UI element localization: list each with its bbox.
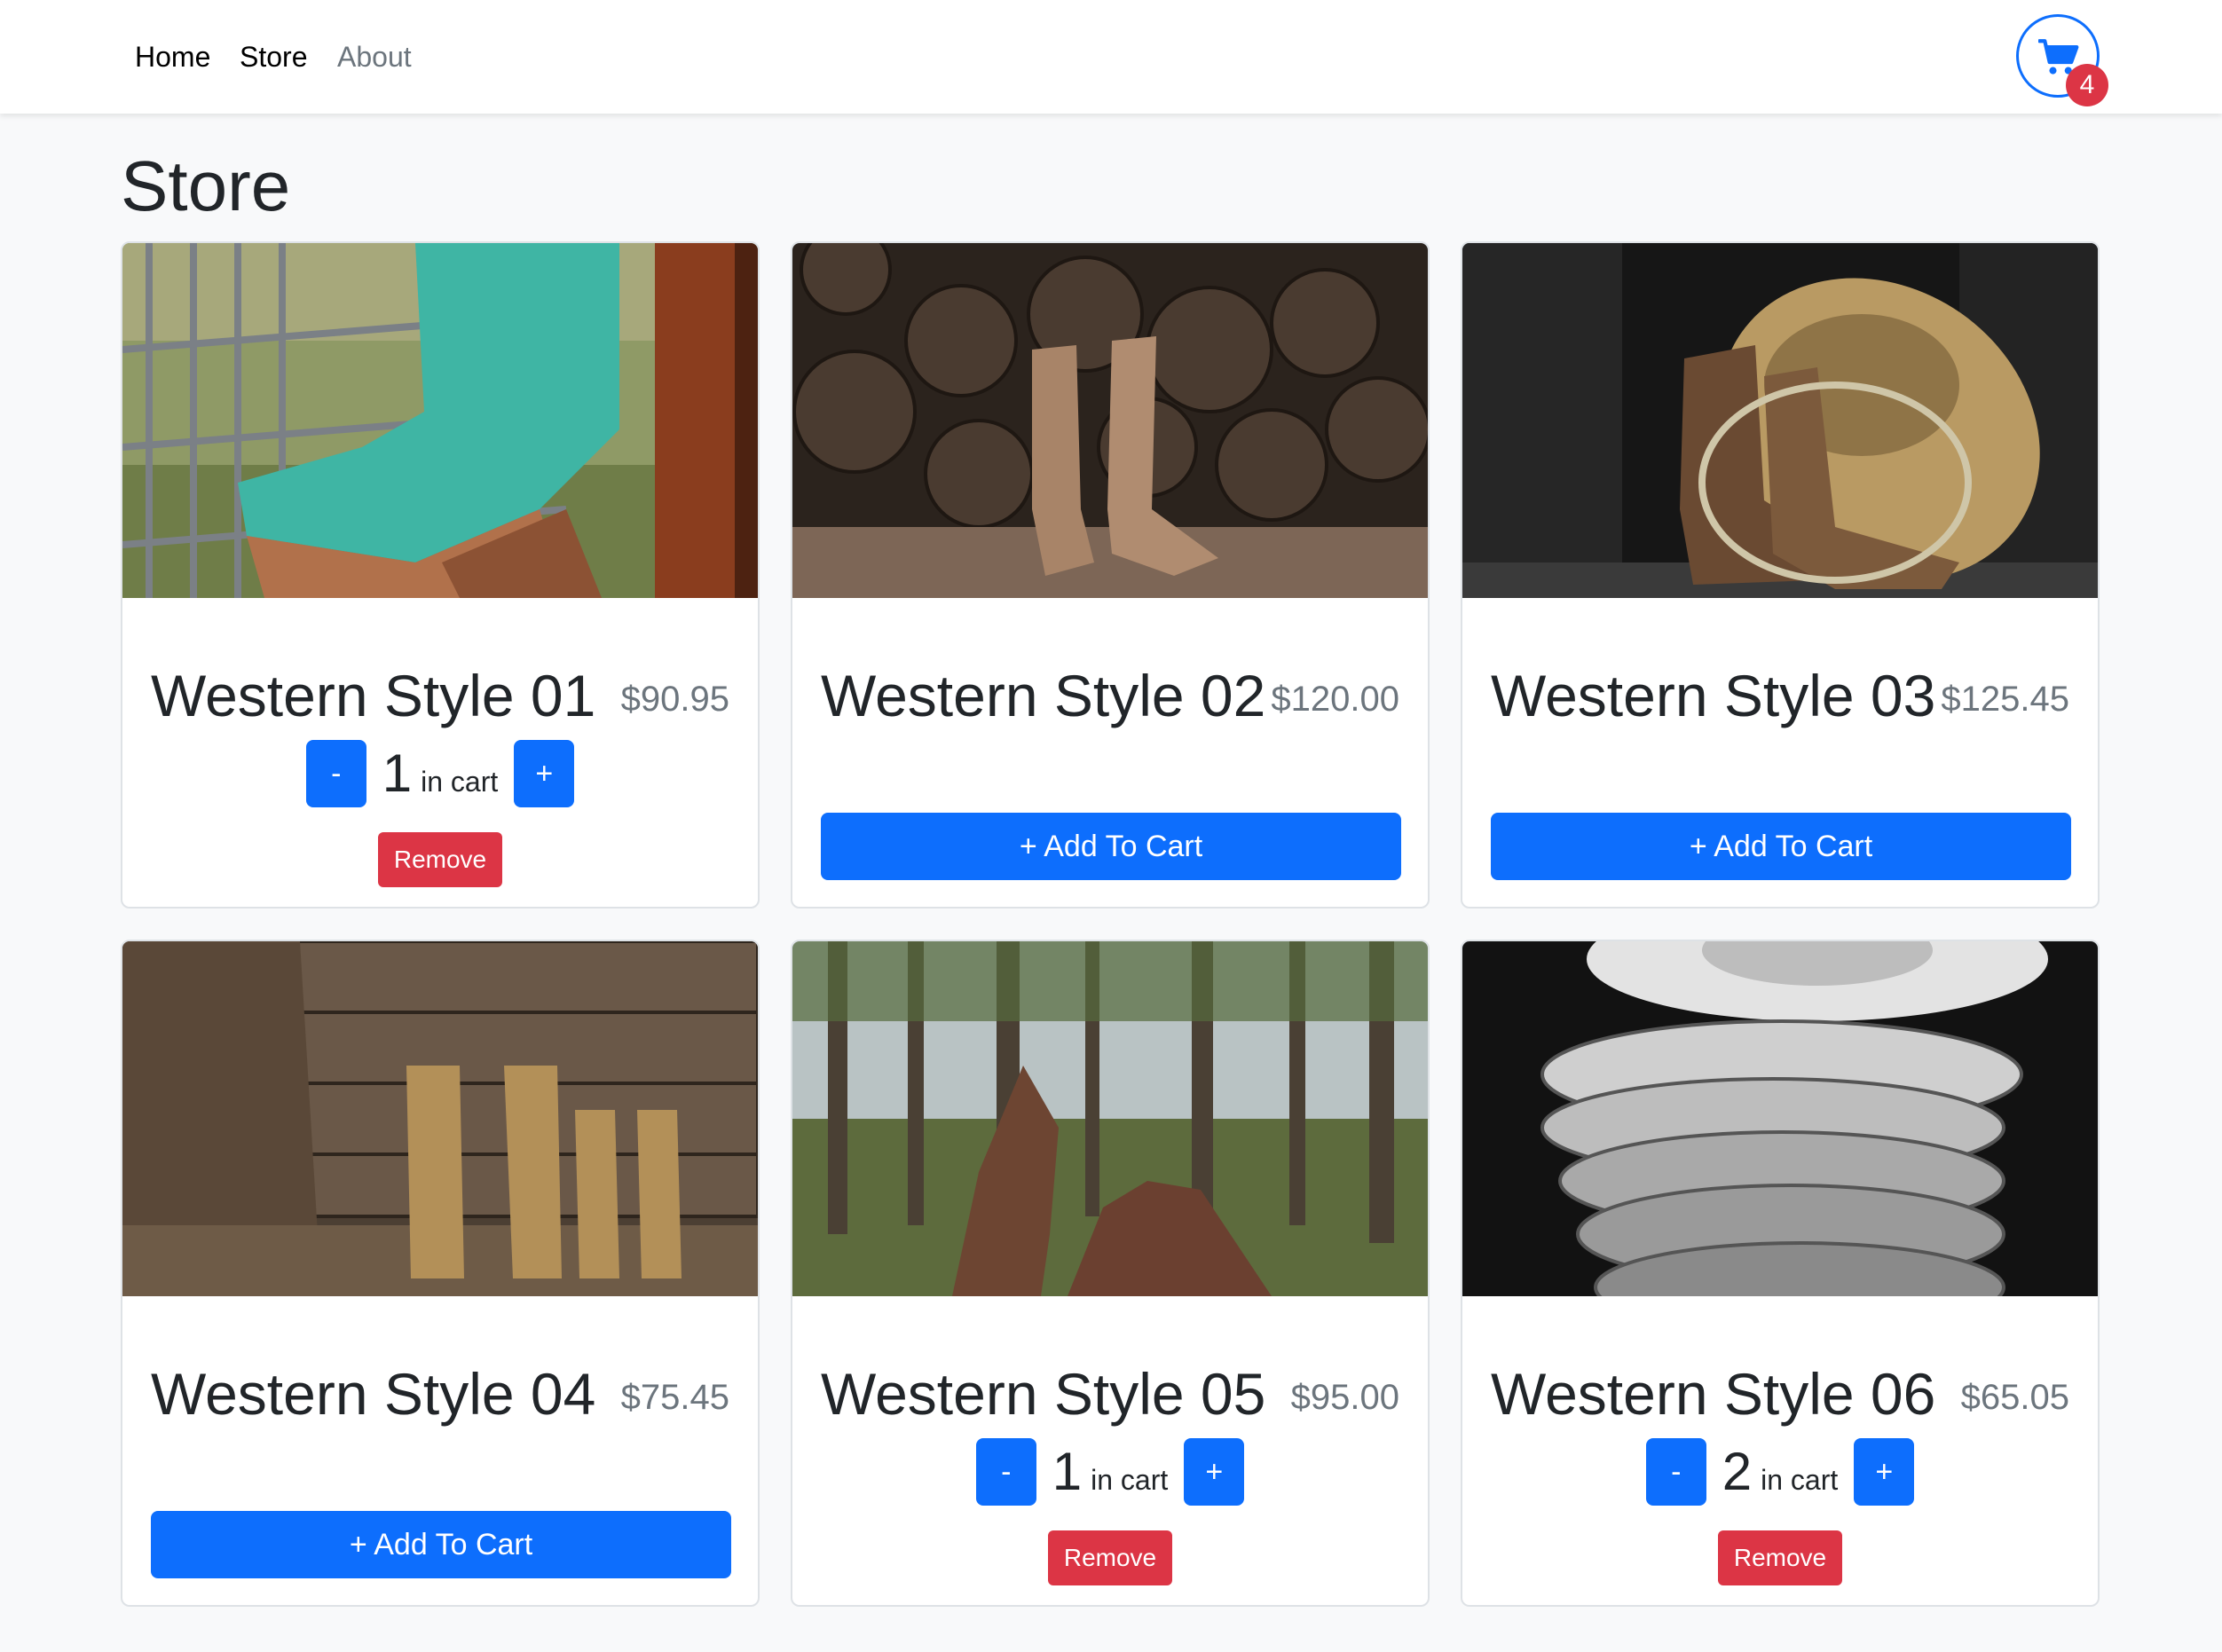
product-price: $65.05 <box>1960 1378 2069 1417</box>
product-name: Western Style 03 <box>1491 663 1936 728</box>
top-navbar: Home Store About <box>0 0 2222 114</box>
add-to-cart-button[interactable]: + Add To Cart <box>1491 813 2071 880</box>
product-price: $90.95 <box>620 680 729 719</box>
product-name: Western Style 05 <box>821 1361 1266 1427</box>
add-to-cart-button[interactable]: + Add To Cart <box>151 1511 731 1578</box>
product-card: Western Style 06 $65.05 - 2 in cart + Re… <box>1461 940 2100 1607</box>
product-card: Western Style 02 $120.00 + Add To Cart <box>791 241 1430 909</box>
decrement-button[interactable]: - <box>1645 1438 1706 1506</box>
product-price: $95.00 <box>1290 1378 1399 1417</box>
quantity-value: 2 <box>1722 1442 1753 1501</box>
nav-store-link[interactable]: Store <box>240 37 307 76</box>
product-card: Western Style 04 $75.45 + Add To Cart <box>121 940 760 1607</box>
quantity-display: 1 in cart <box>1051 1441 1170 1503</box>
quantity-stepper: - 1 in cart + <box>122 740 758 807</box>
remove-button[interactable]: Remove <box>1048 1530 1172 1585</box>
cart-count-badge: 4 <box>2066 64 2108 106</box>
product-card: Western Style 05 $95.00 - 1 in cart + Re… <box>791 940 1430 1607</box>
decrement-button[interactable]: - <box>975 1438 1036 1506</box>
product-name: Western Style 06 <box>1491 1361 1936 1427</box>
product-price: $75.45 <box>620 1378 729 1417</box>
product-price: $125.45 <box>1941 680 2069 719</box>
increment-button[interactable]: + <box>1184 1438 1245 1506</box>
quantity-display: 1 in cart <box>381 743 500 805</box>
quantity-display: 2 in cart <box>1721 1441 1840 1503</box>
add-to-cart-button[interactable]: + Add To Cart <box>821 813 1401 880</box>
nav-about-link[interactable]: About <box>337 37 412 76</box>
nav-home-link[interactable]: Home <box>135 37 210 76</box>
quantity-stepper: - 1 in cart + <box>792 1438 1428 1506</box>
quantity-value: 1 <box>1052 1442 1083 1501</box>
decrement-button[interactable]: - <box>305 740 366 807</box>
quantity-label: in cart <box>1761 1464 1839 1496</box>
product-name: Western Style 02 <box>821 663 1266 728</box>
remove-button[interactable]: Remove <box>1718 1530 1842 1585</box>
product-image-stacked-hats <box>1462 941 2098 1296</box>
increment-button[interactable]: + <box>1854 1438 1915 1506</box>
product-image-boots-by-logs <box>792 243 1428 598</box>
quantity-label: in cart <box>1091 1464 1169 1496</box>
product-image-boots-in-cabin <box>122 941 758 1296</box>
product-image-boot-on-fence <box>122 243 758 598</box>
page-title: Store <box>121 146 291 225</box>
product-name: Western Style 04 <box>151 1361 596 1427</box>
quantity-stepper: - 2 in cart + <box>1462 1438 2098 1506</box>
product-card: Western Style 03 $125.45 + Add To Cart <box>1461 241 2100 909</box>
quantity-value: 1 <box>382 743 413 803</box>
remove-button[interactable]: Remove <box>378 832 502 887</box>
product-image-boots-hat-lasso <box>1462 243 2098 598</box>
increment-button[interactable]: + <box>514 740 575 807</box>
product-image-boots-in-forest <box>792 941 1428 1296</box>
quantity-label: in cart <box>421 766 499 798</box>
product-card: Western Style 01 $90.95 - 1 in cart + Re… <box>121 241 760 909</box>
product-price: $120.00 <box>1271 680 1399 719</box>
product-name: Western Style 01 <box>151 663 596 728</box>
